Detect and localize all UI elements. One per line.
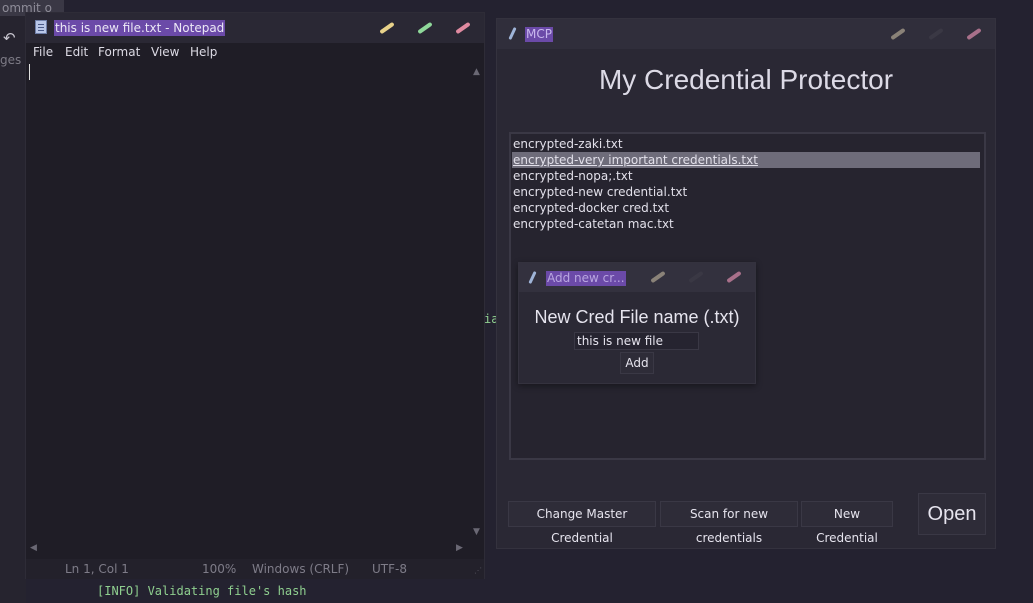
- dialog-heading: New Cred File name (.txt): [534, 307, 740, 327]
- terminal-log-line: [INFO] Validating file's hash: [97, 584, 307, 598]
- feather-icon: [508, 26, 517, 41]
- text-caret[interactable]: [29, 64, 30, 80]
- notepad-icon: [35, 20, 47, 34]
- list-item[interactable]: encrypted-nopa;.txt: [512, 168, 980, 184]
- scroll-up-arrow-icon[interactable]: ▲: [473, 67, 480, 77]
- feather-icon: [528, 270, 537, 285]
- notepad-menubar: File Edit Format View Help: [26, 43, 484, 63]
- close-icon[interactable]: [455, 21, 471, 35]
- mcp-title: MCP: [525, 27, 553, 42]
- notepad-titlebar[interactable]: this is new file.txt - Notepad: [26, 13, 484, 43]
- notepad-statusbar: Ln 1, Col 1 100% Windows (CRLF) UTF-8: [26, 559, 484, 579]
- maximize-icon[interactable]: [688, 270, 704, 284]
- list-item[interactable]: encrypted-new credential.txt: [512, 184, 980, 200]
- notepad-title: this is new file.txt - Notepad: [54, 20, 226, 36]
- status-zoom: 100%: [202, 562, 237, 576]
- scan-credentials-button[interactable]: Scan for new credentials: [660, 501, 798, 545]
- mcp-titlebar[interactable]: MCP: [497, 19, 995, 49]
- scroll-left-arrow-icon[interactable]: ◀: [30, 543, 37, 553]
- maximize-icon[interactable]: [928, 27, 944, 41]
- status-position: Ln 1, Col 1: [65, 562, 129, 576]
- minimize-icon[interactable]: [379, 21, 395, 35]
- menu-view[interactable]: View: [151, 45, 179, 59]
- minimize-icon[interactable]: [650, 270, 666, 284]
- scroll-right-arrow-icon[interactable]: ▶: [456, 543, 463, 553]
- add-credential-dialog: Add new cr... New Cred File name (.txt) …: [518, 262, 756, 384]
- resize-grip-icon[interactable]: ⋰: [474, 566, 482, 575]
- list-item[interactable]: encrypted-zaki.txt: [512, 136, 980, 152]
- filename-input[interactable]: this is new file: [574, 332, 699, 350]
- status-line-ending: Windows (CRLF): [252, 562, 350, 576]
- scroll-down-arrow-icon[interactable]: ▼: [473, 527, 480, 537]
- undo-icon[interactable]: ↶: [3, 29, 16, 47]
- menu-help[interactable]: Help: [190, 45, 217, 59]
- background-side-panel: [0, 0, 26, 603]
- dialog-title: Add new cr...: [546, 271, 626, 286]
- minimize-icon[interactable]: [890, 27, 906, 41]
- maximize-icon[interactable]: [417, 21, 433, 35]
- open-button[interactable]: Open: [918, 493, 986, 535]
- background-side-label: ges: [0, 53, 22, 67]
- menu-format[interactable]: Format: [98, 45, 140, 59]
- close-icon[interactable]: [966, 27, 982, 41]
- menu-edit[interactable]: Edit: [65, 45, 88, 59]
- menu-file[interactable]: File: [33, 45, 53, 59]
- notepad-window: this is new file.txt - Notepad File Edit…: [25, 12, 485, 579]
- list-item[interactable]: encrypted-catetan mac.txt: [512, 216, 980, 232]
- app-heading: My Credential Protector: [598, 64, 894, 95]
- new-credential-button[interactable]: New Credential: [801, 501, 893, 545]
- status-encoding: UTF-8: [372, 562, 407, 576]
- list-item-selected[interactable]: encrypted-very important credentials.txt: [512, 152, 980, 168]
- add-button[interactable]: Add: [620, 352, 654, 374]
- close-icon[interactable]: [726, 270, 742, 284]
- list-item[interactable]: encrypted-docker cred.txt: [512, 200, 980, 216]
- change-master-credential-button[interactable]: Change Master Credential: [508, 501, 656, 545]
- dialog-titlebar[interactable]: Add new cr...: [519, 263, 755, 292]
